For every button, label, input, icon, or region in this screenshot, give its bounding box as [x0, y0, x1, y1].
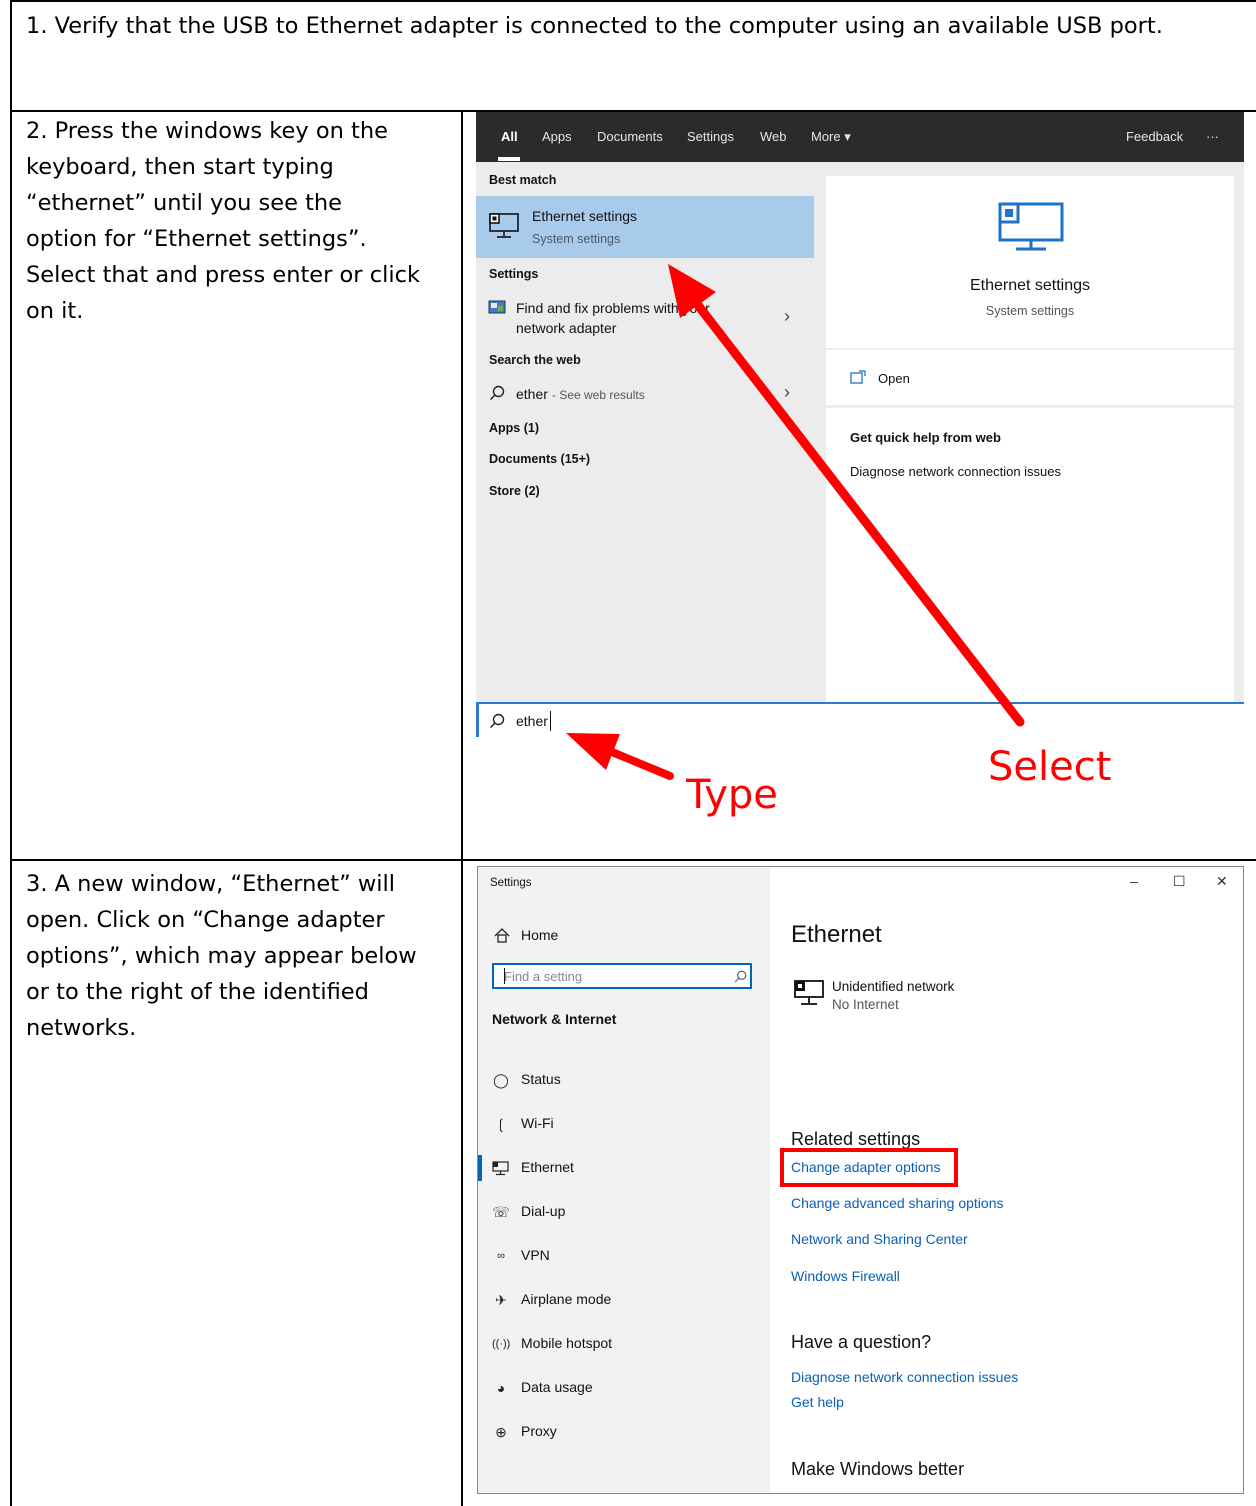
nav-label: Status [521, 1071, 561, 1087]
network-name: Unidentified network [832, 979, 955, 994]
wifi-icon: ❲ [495, 1116, 507, 1132]
airplane-icon: ✈ [495, 1292, 507, 1308]
nav-label: Airplane mode [521, 1291, 612, 1307]
annotation-select: Select [988, 744, 1112, 790]
nav-label: Data usage [521, 1379, 593, 1395]
nav-dialup[interactable]: ☏ Dial-up [478, 1193, 770, 1233]
network-item[interactable]: Unidentified network No Internet [791, 977, 1091, 1017]
nav-vpn[interactable]: ∞ VPN [478, 1237, 770, 1277]
ethernet-icon [492, 1161, 509, 1176]
nav-label: Ethernet [521, 1159, 574, 1175]
window-title: Settings [490, 877, 532, 889]
page-title: Ethernet [791, 921, 882, 948]
maximize-button[interactable]: ☐ [1173, 873, 1186, 890]
nav-wifi[interactable]: ❲ Wi-Fi [478, 1105, 770, 1145]
nav-label: Wi-Fi [521, 1115, 554, 1131]
data-usage-icon: ◕ [496, 1380, 506, 1396]
step-3-text: 3. A new window, “Ethernet” will open. C… [26, 866, 446, 1046]
instruction-document: 1. Verify that the USB to Ethernet adapt… [0, 0, 1256, 1506]
minimize-button[interactable]: – [1130, 873, 1138, 889]
nav-label: VPN [521, 1247, 550, 1263]
find-setting-input[interactable]: Find a setting [492, 963, 752, 989]
step-3-line: options”, which may appear below [26, 943, 417, 969]
nav-airplane-mode[interactable]: ✈ Airplane mode [478, 1281, 770, 1321]
search-icon [734, 970, 747, 983]
nav-ethernet[interactable]: Ethernet [478, 1149, 770, 1189]
nav-label: Dial-up [521, 1203, 566, 1219]
nav-mobile-hotspot[interactable]: ((·)) Mobile hotspot [478, 1325, 770, 1365]
settings-window-screenshot: Settings – ☐ ✕ Home Find a setting Netwo… [477, 866, 1244, 1494]
active-indicator [478, 1155, 482, 1181]
get-help-link[interactable]: Get help [791, 1394, 844, 1410]
nav-status[interactable]: ◯ Status [478, 1061, 770, 1101]
network-sharing-center-link[interactable]: Network and Sharing Center [791, 1231, 968, 1247]
windows-firewall-link[interactable]: Windows Firewall [791, 1268, 900, 1284]
close-button[interactable]: ✕ [1216, 873, 1228, 890]
ethernet-icon [794, 980, 824, 1005]
vpn-icon: ∞ [497, 1250, 505, 1262]
home-label: Home [521, 927, 559, 943]
annotation-arrows [566, 264, 1025, 780]
nav-proxy[interactable]: ⊕ Proxy [478, 1413, 770, 1453]
step-3-line: open. Click on “Change adapter [26, 907, 385, 933]
step-3-line: networks. [26, 1015, 137, 1041]
nav-label: Mobile hotspot [521, 1335, 613, 1351]
network-status: No Internet [832, 997, 899, 1012]
question-header: Have a question? [791, 1332, 932, 1352]
change-sharing-options-link[interactable]: Change advanced sharing options [791, 1195, 1004, 1211]
step-3-line: 3. A new window, “Ethernet” will [26, 871, 396, 897]
make-windows-better-header: Make Windows better [791, 1459, 965, 1479]
nav-label: Proxy [521, 1423, 557, 1439]
nav-data-usage[interactable]: ◕ Data usage [478, 1369, 770, 1409]
home-nav-item[interactable]: Home [478, 923, 770, 949]
section-header: Network & Internet [492, 1011, 617, 1027]
diagnose-link[interactable]: Diagnose network connection issues [791, 1369, 1018, 1385]
hotspot-icon: ((·)) [492, 1338, 511, 1350]
find-setting-placeholder: Find a setting [504, 969, 583, 984]
annotation-type: Type [686, 772, 778, 818]
related-settings-header: Related settings [791, 1129, 921, 1149]
step-3-line: or to the right of the identified [26, 979, 369, 1005]
change-adapter-options-link[interactable]: Change adapter options [791, 1159, 940, 1175]
home-icon [494, 928, 510, 943]
dialup-icon: ☏ [492, 1204, 510, 1220]
proxy-icon: ⊕ [495, 1424, 507, 1440]
globe-icon: ◯ [493, 1072, 509, 1088]
